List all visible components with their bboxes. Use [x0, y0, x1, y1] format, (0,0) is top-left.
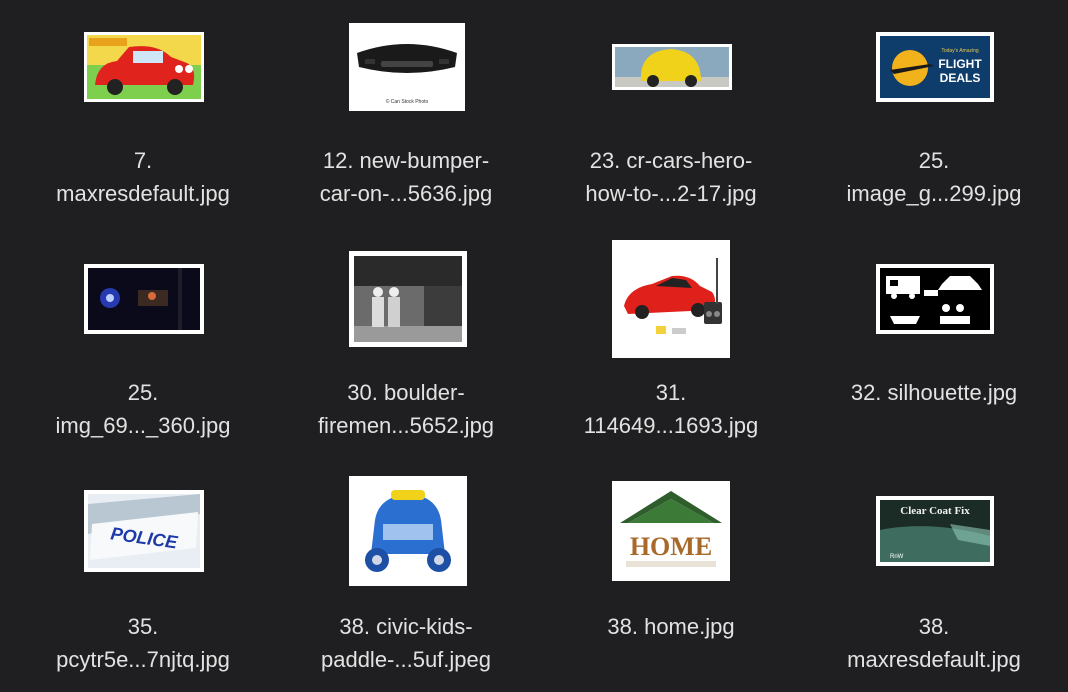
file-icon-grid: 7. maxresdefault.jpg © Can Stock Photo 1… — [0, 0, 1068, 692]
black-bumper-thumbnail[interactable]: © Can Stock Photo — [349, 23, 465, 111]
flight-deals-thumbnail[interactable]: Today's Amazing FLIGHT DEALS — [876, 32, 994, 102]
firemen-icon — [354, 256, 462, 342]
red-cartoon-car-icon — [87, 35, 201, 99]
clear-coat-fix-thumbnail[interactable]: Clear Coat Fix RnW — [876, 496, 994, 566]
file-name-line1: 38. — [918, 614, 950, 639]
file-name-line2: maxresdefault.jpg — [847, 647, 1021, 672]
airplane-icon: Today's Amazing FLIGHT DEALS — [880, 36, 990, 98]
home-text: HOME — [630, 532, 712, 561]
file-name-line1: 7. — [133, 148, 153, 173]
file-name-line2: firemen...5652.jpg — [317, 413, 495, 438]
file-name-line1: 23. cr-cars-hero- — [589, 148, 753, 173]
file-name-line1: 38. home.jpg — [607, 614, 735, 639]
rc-car-icon — [616, 244, 726, 354]
file-name-line2: maxresdefault.jpg — [56, 181, 230, 206]
police-car-thumbnail[interactable]: POLICE — [84, 490, 204, 572]
blue-kids-car-thumbnail[interactable] — [349, 476, 467, 586]
house-icon: HOME — [616, 485, 726, 577]
flight-deals-title: FLIGHT — [938, 57, 982, 71]
car-paint-icon: Clear Coat Fix RnW — [880, 500, 990, 562]
file-name-line1: 31. — [655, 380, 687, 405]
police-lights-icon — [88, 268, 200, 330]
file-name-line2: img_69..._360.jpg — [55, 413, 231, 438]
kids-car-icon — [353, 480, 463, 582]
rnw-logo-text: RnW — [890, 554, 904, 560]
file-name-line1: 35. — [127, 614, 159, 639]
file-name-line2: paddle-...5uf.jpeg — [320, 647, 492, 672]
file-name-line1: 25. — [127, 380, 159, 405]
bumper-icon: © Can Stock Photo — [351, 25, 463, 109]
yellow-car-icon — [615, 47, 729, 87]
vehicle-silhouettes-icon — [880, 268, 990, 330]
file-name-line2: car-on-...5636.jpg — [319, 181, 493, 206]
red-rc-car-thumbnail[interactable] — [612, 240, 730, 358]
file-name-line2: image_g...299.jpg — [846, 181, 1022, 206]
file-name-line1: 25. — [918, 148, 950, 173]
file-name-line1: 38. civic-kids- — [339, 614, 473, 639]
file-name-line2: how-to-...2-17.jpg — [585, 181, 757, 206]
firemen-thumbnail[interactable] — [349, 251, 467, 347]
home-thumbnail[interactable]: HOME — [612, 481, 730, 581]
watermark-text: © Can Stock Photo — [386, 98, 429, 105]
police-car-icon: POLICE — [88, 494, 200, 568]
flight-deals-caption: Today's Amazing — [941, 48, 979, 54]
yellow-car-thumbnail[interactable] — [612, 44, 732, 90]
file-name-line2: 114649...1693.jpg — [583, 413, 759, 438]
clear-coat-title: Clear Coat Fix — [900, 505, 970, 517]
police-lights-thumbnail[interactable] — [84, 264, 204, 334]
file-name-line1: 12. new-bumper- — [322, 148, 490, 173]
red-cartoon-car-thumbnail[interactable] — [84, 32, 204, 102]
file-name-line1: 32. silhouette.jpg — [850, 380, 1018, 405]
vehicle-silhouettes-thumbnail[interactable] — [876, 264, 994, 334]
file-name-line2: pcytr5e...7njtq.jpg — [56, 647, 230, 672]
flight-deals-title-2: DEALS — [940, 71, 981, 85]
file-name-line1: 30. boulder- — [347, 380, 465, 405]
